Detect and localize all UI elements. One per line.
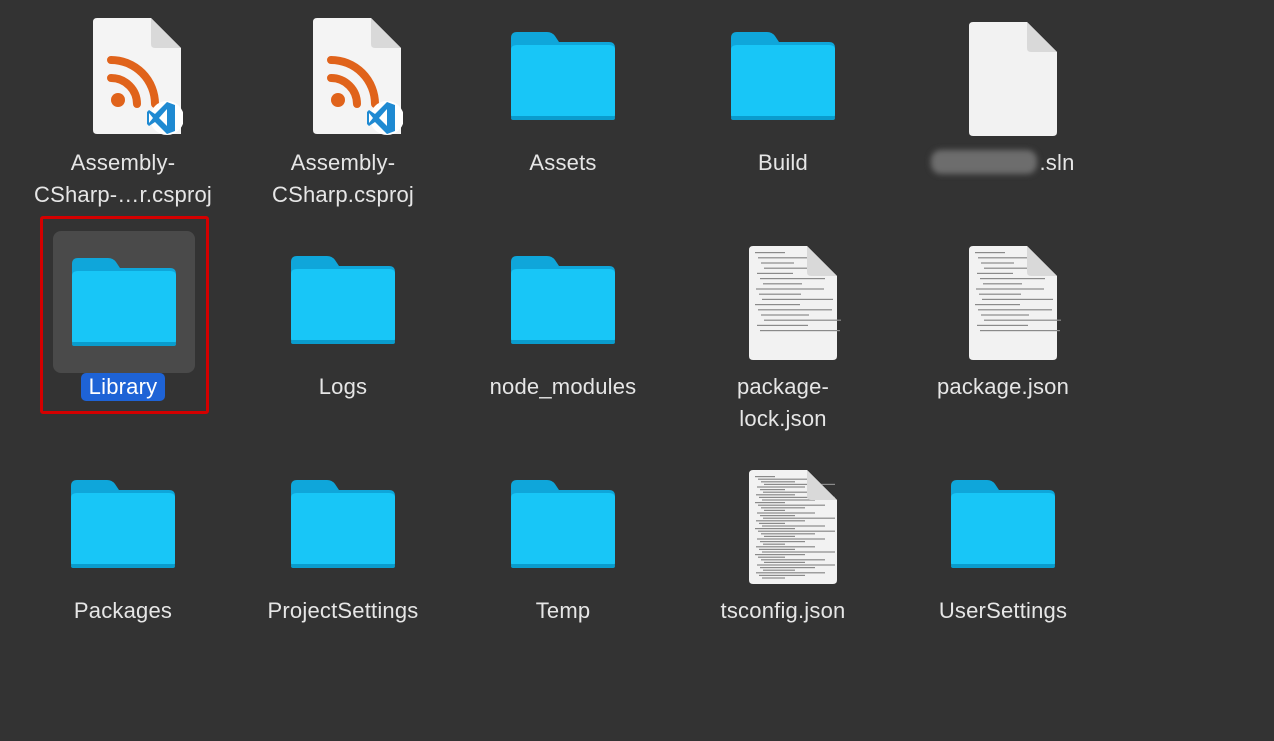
file-item-label[interactable]: node_modules (458, 371, 668, 403)
file-item[interactable]: .sln (893, 6, 1113, 230)
file-item-label[interactable]: .sln (898, 147, 1108, 179)
file-item-label[interactable]: Temp (458, 595, 668, 627)
file-item-label[interactable]: Logs (238, 371, 448, 403)
file-item-label[interactable]: Library (18, 371, 228, 403)
file-item[interactable]: Logs (233, 230, 453, 454)
text-document-icon[interactable] (723, 240, 843, 360)
file-item-label[interactable]: Assembly- CSharp.csproj (238, 147, 448, 211)
finder-icon-grid: Assembly- CSharp-…r.csproj Assembly- CSh… (0, 0, 1274, 741)
file-item[interactable]: package.json (893, 230, 1113, 454)
file-item-label[interactable]: Assets (458, 147, 668, 179)
folder-icon[interactable] (943, 464, 1063, 584)
file-item[interactable]: Assets (453, 6, 673, 230)
blurred-filename (931, 150, 1038, 174)
selected-label-text: Library (80, 373, 166, 401)
blank-document-icon[interactable] (943, 16, 1063, 136)
folder-icon[interactable] (283, 240, 403, 360)
file-item[interactable]: package- lock.json (673, 230, 893, 454)
text-document-icon[interactable] (943, 240, 1063, 360)
file-extension: .sln (1039, 150, 1075, 175)
file-item[interactable]: Assembly- CSharp.csproj (233, 6, 453, 230)
folder-icon[interactable] (503, 240, 623, 360)
file-item[interactable]: node_modules (453, 230, 673, 454)
folder-icon[interactable] (53, 231, 195, 373)
text-document-icon[interactable] (723, 464, 843, 584)
file-item-label[interactable]: UserSettings (898, 595, 1108, 627)
file-item-label[interactable]: Build (678, 147, 888, 179)
file-item-label[interactable]: package- lock.json (678, 371, 888, 435)
file-item[interactable]: UserSettings (893, 454, 1113, 678)
file-item[interactable]: Library (13, 230, 233, 454)
file-item[interactable]: Packages (13, 454, 233, 678)
file-item[interactable]: tsconfig.json (673, 454, 893, 678)
file-item-label[interactable]: package.json (898, 371, 1108, 403)
folder-icon[interactable] (723, 16, 843, 136)
folder-icon[interactable] (283, 464, 403, 584)
csproj-rss-vscode-icon[interactable] (63, 16, 183, 136)
csproj-rss-vscode-icon[interactable] (283, 16, 403, 136)
folder-icon[interactable] (503, 16, 623, 136)
file-item[interactable]: Temp (453, 454, 673, 678)
file-item-label[interactable]: tsconfig.json (678, 595, 888, 627)
file-item[interactable]: Assembly- CSharp-…r.csproj (13, 6, 233, 230)
file-item[interactable]: ProjectSettings (233, 454, 453, 678)
folder-icon[interactable] (63, 464, 183, 584)
file-item-label[interactable]: Packages (18, 595, 228, 627)
file-item-label[interactable]: ProjectSettings (238, 595, 448, 627)
file-item[interactable]: Build (673, 6, 893, 230)
file-item-label[interactable]: Assembly- CSharp-…r.csproj (18, 147, 228, 211)
folder-icon[interactable] (503, 464, 623, 584)
